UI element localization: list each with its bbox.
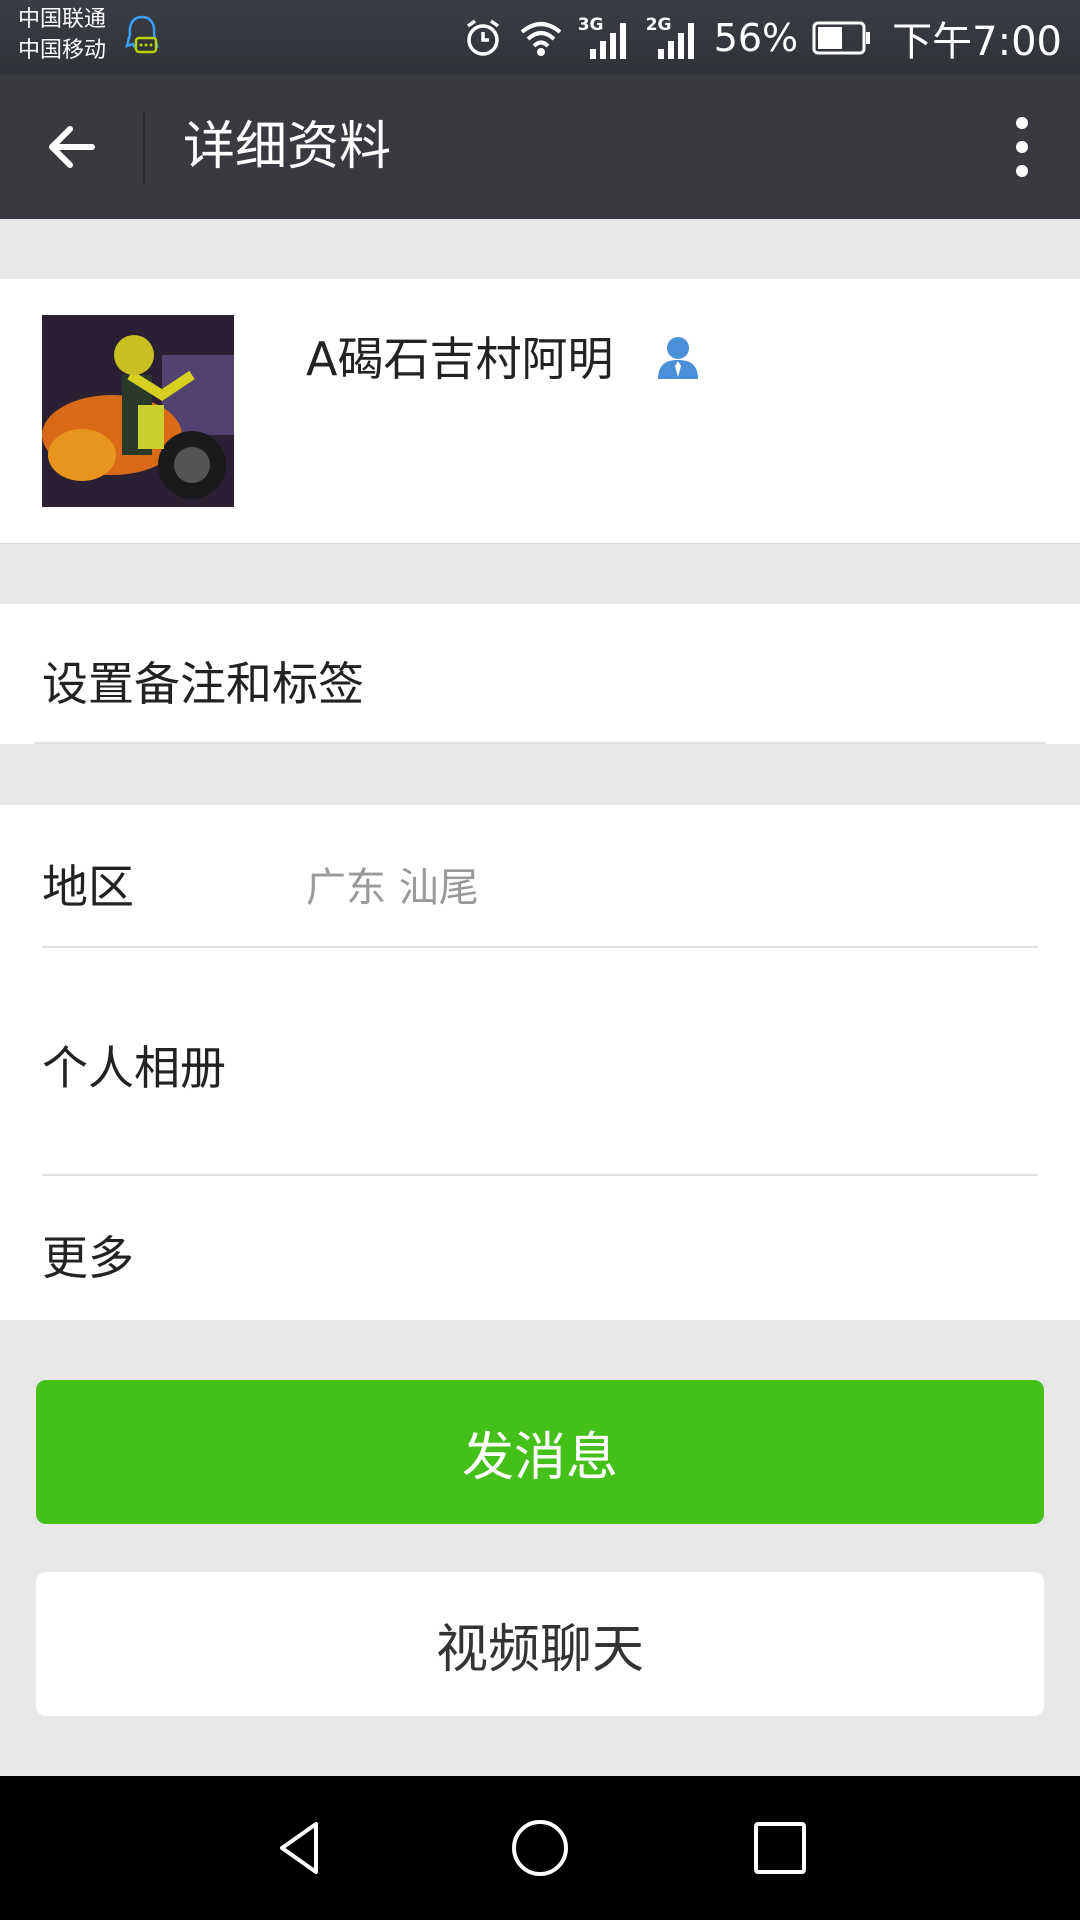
remark-label: 设置备注和标签: [42, 657, 364, 711]
carrier-2: 中国移动: [18, 38, 107, 63]
battery-percent: 56%: [713, 15, 799, 60]
more-label: 更多: [42, 1231, 134, 1285]
profile-header: A碣石吉村阿明: [0, 279, 1080, 544]
carrier-info: 中国联通 中国移动: [18, 4, 106, 66]
signal-strength-icon: 2G: [646, 13, 700, 63]
carrier-1: 中国联通: [18, 7, 107, 32]
page-title: 详细资料: [183, 117, 392, 177]
wifi-icon: [520, 21, 561, 56]
profile-name: A碣石吉村阿明: [306, 332, 614, 386]
nav-home-icon[interactable]: [508, 1816, 572, 1880]
qq-notification-icon: [125, 15, 159, 54]
more-row[interactable]: 更多: [0, 1176, 1080, 1320]
status-bar: 中国联通 中国移动 3G 2G 56% 下午7:00: [0, 0, 1080, 75]
appbar-divider: [143, 112, 145, 184]
personal-album-label: 个人相册: [42, 1041, 226, 1095]
alarm-icon: [466, 19, 499, 56]
app-bar: 详细资料: [0, 75, 1080, 219]
video-chat-button[interactable]: 视频聊天: [36, 1572, 1044, 1716]
nav-back-icon[interactable]: [268, 1816, 332, 1880]
system-navigation-bar: [0, 1776, 1080, 1920]
avatar[interactable]: [42, 315, 234, 507]
send-message-button[interactable]: 发消息: [36, 1380, 1044, 1524]
nav-recents-icon[interactable]: [748, 1816, 812, 1880]
remark-tag-row[interactable]: 设置备注和标签: [0, 604, 1080, 744]
contact-person-icon: [658, 337, 698, 379]
clock: 下午7:00: [892, 18, 1062, 65]
region-label: 地区: [42, 860, 134, 914]
divider: [34, 742, 1046, 744]
battery-icon: [812, 21, 871, 54]
region-value: 广东 汕尾: [306, 865, 479, 911]
more-options-icon[interactable]: [994, 111, 1050, 183]
back-arrow-icon[interactable]: [40, 115, 104, 179]
region-row[interactable]: 地区 广东 汕尾: [0, 805, 1080, 947]
avatar-image: [42, 315, 234, 507]
personal-album-row[interactable]: 个人相册: [0, 948, 1080, 1174]
signal-strength-icon: 3G: [578, 13, 632, 63]
info-section: 地区 广东 汕尾 个人相册 更多: [0, 805, 1080, 1320]
